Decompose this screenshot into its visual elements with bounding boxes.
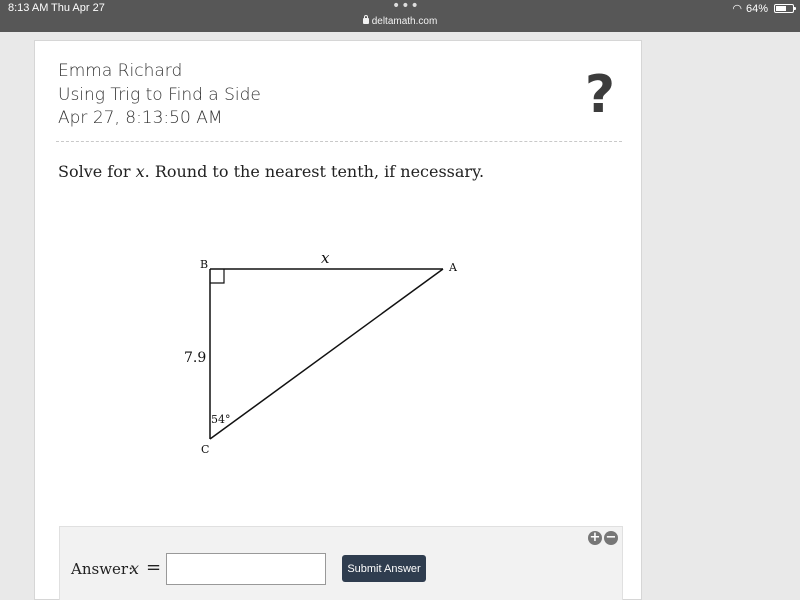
angle-c-label: 54° (211, 413, 231, 426)
vertex-c-label: C (201, 443, 209, 456)
help-icon[interactable]: ? (585, 69, 615, 121)
problem-instructions: Solve for x. Round to the nearest tenth,… (58, 162, 484, 181)
battery-icon (774, 4, 796, 13)
side-bc-length: 7.9 (184, 350, 206, 366)
answer-variable: x (130, 559, 140, 578)
lock-icon (362, 15, 369, 24)
status-right: ◠ 64% (732, 2, 796, 15)
answer-input[interactable] (166, 553, 326, 585)
student-name: Emma Richard (58, 61, 183, 81)
side-ac (209, 268, 444, 440)
answer-panel: + − Answer: x = Submit Answer (59, 526, 623, 600)
right-angle-marker (210, 269, 225, 284)
zoom-out-button[interactable]: − (604, 531, 618, 545)
status-date: Thu Apr 27 (51, 2, 105, 14)
submit-answer-button[interactable]: Submit Answer (342, 555, 426, 582)
assignment-title: Using Trig to Find a Side (58, 85, 261, 105)
zoom-controls: + − (588, 531, 618, 545)
more-dots-icon[interactable]: ••• (392, 0, 420, 13)
url-text: deltamath.com (371, 16, 438, 27)
problem-timestamp: Apr 27, 8:13:50 AM (58, 108, 223, 128)
instructions-suffix: . Round to the nearest tenth, if necessa… (144, 162, 485, 181)
answer-label: Answer: (71, 560, 134, 578)
zoom-in-button[interactable]: + (588, 531, 602, 545)
triangle-diagram: B A C x 7.9 54° (184, 249, 458, 456)
instructions-prefix: Solve for (58, 162, 131, 181)
status-time: 8:13 AM (8, 2, 49, 14)
wifi-icon: ◠ (732, 3, 742, 15)
vertex-a-label: A (448, 261, 458, 274)
answer-equals: = (146, 557, 162, 578)
battery-fill (776, 6, 787, 11)
battery-percent: 64% (745, 2, 768, 15)
instructions-variable: x (135, 162, 145, 181)
divider (56, 141, 622, 142)
status-bar: 8:13 AM Thu Apr 27 ••• deltamath.com ◠ 6… (0, 0, 800, 32)
side-x-label: x (321, 249, 330, 267)
vertex-b-label: B (200, 258, 208, 271)
problem-card: Emma Richard Using Trig to Find a Side A… (34, 40, 642, 600)
address-bar[interactable]: deltamath.com (0, 15, 800, 27)
